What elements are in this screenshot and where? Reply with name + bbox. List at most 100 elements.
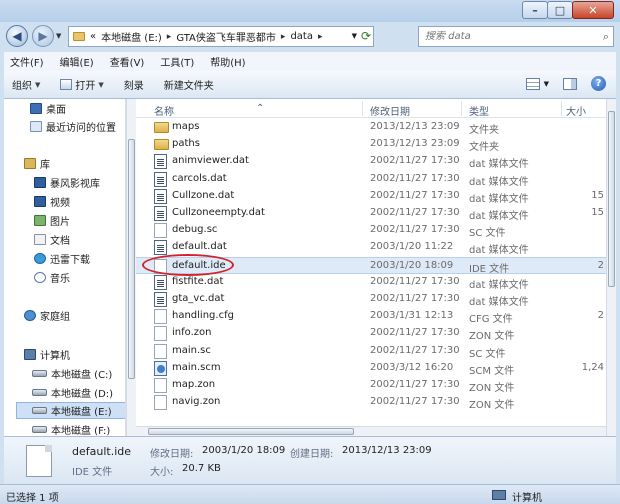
file-row[interactable]: default.ide 2003/1/20 18:09 IDE 文件 2	[136, 253, 606, 276]
nav-item-homegroup[interactable]: 家庭组	[24, 307, 70, 324]
nav-item-drive-e[interactable]: 本地磁盘 (E:)	[16, 402, 125, 419]
breadcrumb-overflow[interactable]: «	[90, 31, 96, 42]
nav-item-recent[interactable]: 最近访问的位置	[30, 118, 116, 135]
column-header-name[interactable]: 名称	[154, 103, 174, 118]
file-row[interactable]: map.zon 2002/11/27 17:30 ZON 文件	[136, 377, 606, 394]
details-created-value: 2013/12/13 23:09	[342, 445, 432, 456]
refresh-icon[interactable]: ⟳	[361, 29, 371, 43]
details-created-label: 创建日期:	[290, 449, 334, 460]
file-type: ZON 文件	[469, 383, 515, 394]
file-name: debug.sc	[172, 224, 218, 236]
address-bar[interactable]: « 本地磁盘 (E:) ▸ GTA侠盗飞车罪恶都市 ▸ data ▸ ▼ ⟳	[68, 26, 374, 47]
file-row[interactable]: animviewer.dat 2002/11/27 17:30 dat 媒体文件	[136, 153, 606, 170]
file-row[interactable]: debug.sc 2002/11/27 17:30 SC 文件	[136, 222, 606, 239]
file-list-scrollbar[interactable]	[606, 99, 616, 436]
view-options-dropdown[interactable]: ▼	[544, 80, 549, 88]
search-input[interactable]	[425, 31, 585, 42]
file-row[interactable]: Cullzoneempty.dat 2002/11/27 17:30 dat 媒体文…	[136, 205, 606, 222]
burn-button[interactable]: 刻录	[124, 77, 144, 92]
nav-item-documents[interactable]: 文档	[34, 231, 70, 248]
change-view-icon[interactable]	[525, 77, 540, 90]
document-icon	[154, 309, 167, 325]
organize-button[interactable]: 组织 ▼	[12, 77, 40, 93]
forward-button[interactable]: ▶	[32, 25, 54, 47]
nav-scrollbar-thumb[interactable]	[128, 139, 135, 379]
address-dropdown[interactable]: ▼	[352, 32, 357, 40]
file-row[interactable]: Cullzone.dat 2002/11/27 17:30 dat 媒体文件 15	[136, 188, 606, 205]
breadcrumb-gta-folder[interactable]: GTA侠盗飞车罪恶都市	[176, 29, 276, 44]
breadcrumb-separator[interactable]: ▸	[167, 32, 172, 42]
menu-tools[interactable]: 工具(T)	[160, 54, 194, 69]
close-button[interactable]: ✕	[572, 1, 614, 19]
nav-item-label: 图片	[50, 217, 70, 228]
window-controls: – □ ✕	[522, 1, 614, 19]
file-row[interactable]: maps 2013/12/13 23:09 文件夹	[136, 119, 606, 136]
folder-icon	[73, 32, 85, 41]
nav-scrollbar[interactable]	[126, 99, 136, 436]
back-button[interactable]: ◀	[6, 25, 28, 47]
nav-item-music[interactable]: 音乐	[34, 269, 70, 286]
menu-view[interactable]: 查看(V)	[110, 54, 145, 69]
status-bar: 已选择 1 项 计算机	[0, 484, 620, 504]
file-type: dat 媒体文件	[469, 245, 529, 257]
file-list-scrollbar-thumb[interactable]	[608, 111, 615, 287]
recent-pages-dropdown[interactable]: ▼	[56, 32, 61, 40]
menu-edit[interactable]: 编辑(E)	[60, 54, 94, 69]
nav-item-desktop[interactable]: 桌面	[30, 100, 66, 117]
file-type: 文件夹	[469, 125, 499, 136]
search-icon[interactable]: ⌕	[603, 30, 609, 44]
file-row[interactable]: handling.cfg 2003/1/31 12:13 CFG 文件 2	[136, 308, 606, 325]
column-divider[interactable]	[461, 101, 462, 116]
nav-item-videos[interactable]: 视频	[34, 193, 70, 210]
file-type: IDE 文件	[469, 263, 510, 275]
file-row[interactable]: info.zon 2002/11/27 17:30 ZON 文件	[136, 325, 606, 342]
new-folder-button[interactable]: 新建文件夹	[164, 77, 214, 92]
column-header-date[interactable]: 修改日期	[370, 103, 410, 118]
help-icon[interactable]: ?	[591, 76, 606, 91]
file-row[interactable]: fistfite.dat 2002/11/27 17:30 dat 媒体文件	[136, 274, 606, 291]
file-list-horizontal-scrollbar[interactable]	[136, 426, 606, 436]
nav-item-label: 家庭组	[40, 312, 70, 323]
open-button[interactable]: 打开 ▼	[60, 77, 104, 92]
column-header-type[interactable]: 类型	[469, 103, 489, 118]
preview-pane-icon[interactable]	[563, 77, 577, 90]
column-header-size[interactable]: 大小	[566, 103, 586, 118]
breadcrumb-separator[interactable]: ▸	[318, 32, 323, 42]
menu-help[interactable]: 帮助(H)	[210, 54, 245, 69]
file-row[interactable]: gta_vc.dat 2002/11/27 17:30 dat 媒体文件	[136, 291, 606, 308]
file-row[interactable]: carcols.dat 2002/11/27 17:30 dat 媒体文件	[136, 171, 606, 188]
details-modified-value: 2003/1/20 18:09	[202, 445, 286, 456]
nav-item-xunlei-downloads[interactable]: 迅雷下载	[34, 250, 90, 267]
nav-item-label: 本地磁盘 (D:)	[51, 389, 114, 400]
nav-item-drive-f[interactable]: 本地磁盘 (F:)	[32, 421, 110, 436]
file-name: navig.zon	[172, 396, 221, 408]
horizontal-scrollbar-thumb[interactable]	[148, 428, 354, 435]
minimize-button[interactable]: –	[522, 1, 548, 19]
pictures-icon	[34, 215, 46, 226]
menu-file[interactable]: 文件(F)	[10, 54, 44, 69]
file-modified-date: 2002/11/27 17:30	[370, 155, 460, 167]
file-row[interactable]: paths 2013/12/13 23:09 文件夹	[136, 136, 606, 153]
nav-item-video-library[interactable]: 暴风影视库	[34, 174, 100, 191]
menu-bar: 文件(F) 编辑(E) 查看(V) 工具(T) 帮助(H)	[4, 51, 616, 71]
nav-item-drive-d[interactable]: 本地磁盘 (D:)	[32, 384, 113, 401]
nav-item-label: 音乐	[50, 274, 70, 285]
file-row[interactable]: navig.zon 2002/11/27 17:30 ZON 文件	[136, 394, 606, 411]
file-modified-date: 2002/11/27 17:30	[370, 293, 460, 304]
nav-item-libraries[interactable]: 库	[24, 155, 50, 172]
file-row[interactable]: main.sc 2002/11/27 17:30 SC 文件	[136, 343, 606, 360]
breadcrumb-separator[interactable]: ▸	[281, 32, 286, 42]
file-type: SCM 文件	[469, 365, 515, 377]
breadcrumb-data[interactable]: data	[290, 31, 313, 42]
details-file-name: default.ide	[72, 445, 132, 458]
nav-item-drive-c[interactable]: 本地磁盘 (C:)	[32, 365, 112, 382]
nav-item-pictures[interactable]: 图片	[34, 212, 70, 229]
file-row[interactable]: main.scm 2003/3/12 16:20 SCM 文件 1,24	[136, 360, 606, 377]
maximize-button[interactable]: □	[547, 1, 573, 19]
column-divider[interactable]	[561, 101, 562, 116]
nav-item-computer[interactable]: 计算机	[24, 346, 70, 363]
breadcrumb-drive-e[interactable]: 本地磁盘 (E:)	[101, 29, 162, 44]
file-row[interactable]: default.dat 2003/1/20 11:22 dat 媒体文件	[136, 239, 606, 256]
column-divider[interactable]	[362, 101, 363, 116]
document-icon	[154, 343, 167, 359]
